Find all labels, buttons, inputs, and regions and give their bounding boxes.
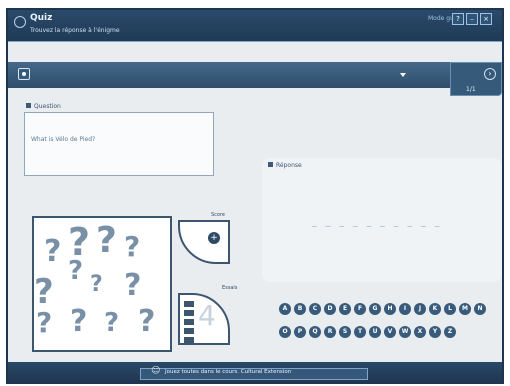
title-bar: Quiz Trouvez la réponse à l'énigme Mode …	[8, 10, 502, 42]
help-button[interactable]: ?	[452, 13, 464, 25]
minimize-button[interactable]: –	[466, 13, 478, 25]
app-stage: Quiz Trouvez la réponse à l'énigme Mode …	[0, 0, 510, 386]
app-title: Quiz	[30, 13, 53, 23]
letter-button[interactable]: J	[414, 303, 426, 315]
response-label: Réponse	[268, 162, 302, 169]
letter-button[interactable]: F	[354, 303, 366, 315]
app-icon	[14, 16, 26, 28]
close-button[interactable]: ×	[480, 13, 492, 25]
letter-button[interactable]: Z	[444, 326, 456, 338]
letter-button[interactable]: D	[324, 303, 336, 315]
tries-label: Essais	[222, 285, 238, 291]
letter-button[interactable]: E	[339, 303, 351, 315]
question-panel: What is Vélo de Pied?	[24, 112, 214, 176]
letter-button[interactable]: S	[339, 326, 351, 338]
footer-message: Jouez toutes dans le cours. Cultural Ext…	[165, 369, 292, 375]
score-label: Score	[211, 212, 226, 218]
tries-number: 4	[198, 299, 216, 332]
letter-button[interactable]: G	[369, 303, 381, 315]
letter-button[interactable]: H	[384, 303, 396, 315]
letter-button[interactable]: Y	[429, 326, 441, 338]
letter-button[interactable]: Q	[309, 326, 321, 338]
letter-button[interactable]: B	[294, 303, 306, 315]
next-button[interactable]: ›	[484, 68, 496, 80]
toolbar	[8, 62, 502, 88]
home-icon[interactable]	[18, 68, 30, 80]
plus-icon[interactable]: +	[208, 232, 220, 244]
letter-button[interactable]: K	[429, 303, 441, 315]
letter-button[interactable]: L	[444, 303, 456, 315]
chevron-down-icon[interactable]	[400, 73, 406, 77]
question-counter: 1/1	[466, 86, 476, 93]
question-marks-illustration: ? ? ? ? ? ? ? ? ? ? ? ?	[32, 216, 172, 352]
question-text: What is Vélo de Pied?	[31, 136, 96, 143]
app-subtitle: Trouvez la réponse à l'énigme	[30, 27, 120, 34]
tries-meter	[184, 301, 194, 343]
navigation-tab	[450, 62, 502, 96]
letter-button[interactable]: I	[399, 303, 411, 315]
letter-button[interactable]: N	[474, 303, 486, 315]
letter-keyboard: A B C D E F G H I J K L M N O P Q R S T U V W X Y Z	[279, 295, 499, 341]
letter-button[interactable]: V	[384, 326, 396, 338]
question-label: Question	[26, 103, 61, 110]
letter-button[interactable]: T	[354, 326, 366, 338]
letter-button[interactable]: R	[324, 326, 336, 338]
letter-button[interactable]: C	[309, 303, 321, 315]
score-card: +	[178, 220, 230, 264]
person-icon: ☺	[151, 366, 161, 376]
letter-button[interactable]: W	[399, 326, 411, 338]
letter-button[interactable]: P	[294, 326, 306, 338]
app-window: Quiz Trouvez la réponse à l'énigme Mode …	[6, 8, 504, 384]
letter-button[interactable]: M	[459, 303, 471, 315]
letter-button[interactable]: U	[369, 326, 381, 338]
letter-button[interactable]: A	[279, 303, 291, 315]
letter-button[interactable]: X	[414, 326, 426, 338]
tries-card: 4	[178, 293, 230, 345]
answer-blanks: _ _ _ _ _ _ _ _ _ _	[312, 218, 442, 227]
letter-button[interactable]: O	[279, 326, 291, 338]
response-panel: Réponse _ _ _ _ _ _ _ _ _ _	[262, 158, 502, 282]
